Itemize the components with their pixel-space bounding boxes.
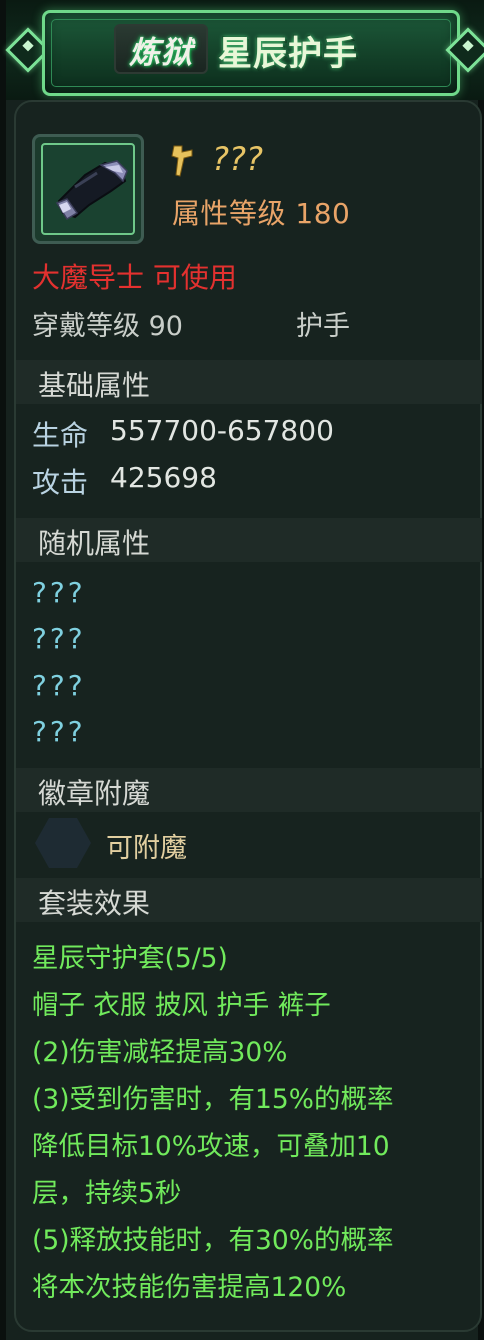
set-effect-line: 星辰守护套(5/5): [32, 943, 228, 974]
basic-attributes-header: 基础属性: [16, 360, 482, 404]
tier-label: 炼狱: [129, 34, 193, 71]
badge-enchant-header: 徽章附魔: [16, 768, 482, 812]
random-attributes-header: 随机属性: [16, 518, 482, 562]
random-attribute-line: ???: [32, 622, 86, 655]
gauntlet-icon: [55, 160, 128, 221]
item-tooltip-panel: 炼狱 星辰护手 ??? 属性等级 180 大魔导士 可使用 穿戴等级 90 护手…: [0, 0, 484, 1340]
hexagon-badge-icon[interactable]: [34, 816, 92, 870]
badge-enchant-status: 可附魔: [106, 833, 187, 864]
stat-label: 生命: [32, 419, 89, 452]
item-name-hidden: ???: [212, 140, 263, 178]
stat-value: 557700-657800: [110, 414, 334, 447]
wear-level: 穿戴等级 90: [32, 311, 183, 342]
class-requirement: 大魔导士 可使用: [32, 261, 237, 294]
item-icon-slot[interactable]: [32, 134, 144, 244]
stat-label: 攻击: [32, 466, 89, 499]
set-effect-line: 帽子 衣服 披风 护手 裤子: [32, 990, 331, 1021]
stat-value: 425698: [110, 461, 217, 494]
section-title: 套装效果: [38, 887, 151, 920]
set-effect-line: 降低目标10%攻速，可叠加10: [32, 1131, 390, 1162]
section-title: 基础属性: [38, 369, 151, 402]
section-title: 随机属性: [38, 527, 151, 560]
tier-badge: 炼狱: [114, 24, 208, 74]
random-attribute-line: ???: [32, 669, 86, 702]
item-title: 星辰护手: [218, 34, 358, 74]
equipment-slot: 护手: [296, 311, 350, 342]
sword-icon: [171, 145, 193, 177]
set-effect-header: 套装效果: [16, 878, 482, 922]
random-attribute-line: ???: [32, 715, 86, 748]
tooltip-header: 炼狱 星辰护手: [5, 0, 484, 100]
set-effect-line: (2)伤害减轻提高30%: [32, 1037, 288, 1068]
set-effect-line: 层，持续5秒: [32, 1178, 182, 1209]
attribute-level: 属性等级 180: [172, 197, 351, 230]
set-effect-line: (3)受到伤害时，有15%的概率: [32, 1084, 394, 1115]
set-effect-line: 将本次技能伤害提高120%: [32, 1272, 347, 1303]
section-title: 徽章附魔: [38, 777, 151, 810]
random-attribute-line: ???: [32, 576, 86, 609]
set-effect-line: (5)释放技能时，有30%的概率: [32, 1225, 394, 1256]
